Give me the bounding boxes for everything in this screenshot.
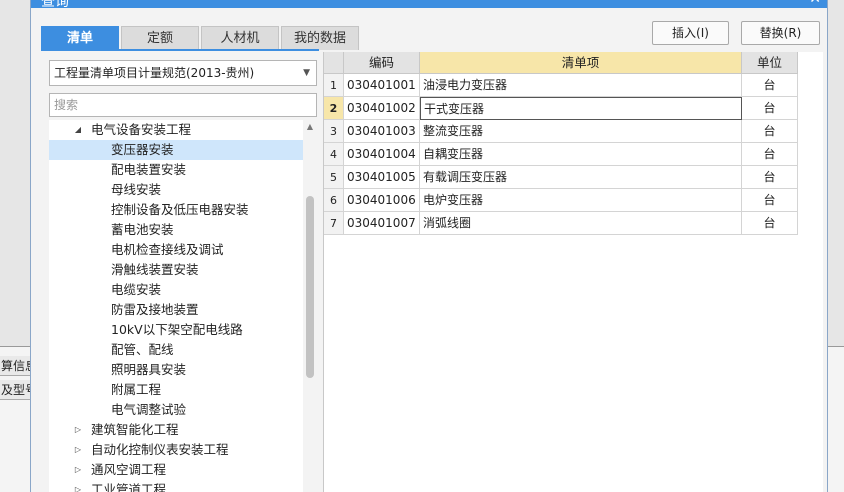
row-unit[interactable]: 台 — [742, 166, 798, 189]
tree-node[interactable]: 10kV以下架空配电线路 — [49, 320, 303, 340]
tree-node[interactable]: 蓄电池安装 — [49, 220, 303, 240]
row-item-name[interactable]: 电炉变压器 — [420, 189, 742, 212]
tree-node-label: 通风空调工程 — [91, 462, 167, 477]
row-number[interactable]: 6 — [324, 189, 344, 212]
row-item-name[interactable]: 干式变压器 — [420, 97, 742, 120]
expand-arrow-icon[interactable]: ▷ — [73, 460, 83, 480]
tree-node[interactable]: ◢ 电气设备安装工程 — [49, 120, 303, 140]
row-unit[interactable]: 台 — [742, 212, 798, 235]
tree-node-label: 变压器安装 — [111, 142, 174, 157]
tree-node-label: 电气调整试验 — [111, 402, 187, 417]
row-item-name[interactable]: 自耦变压器 — [420, 143, 742, 166]
row-number[interactable]: 4 — [324, 143, 344, 166]
tree-node-label: 滑触线装置安装 — [111, 262, 199, 277]
row-code[interactable]: 030401006 — [344, 189, 420, 212]
replace-button[interactable]: 替换(R) — [741, 21, 820, 45]
chevron-down-icon[interactable]: ▼ — [303, 61, 310, 85]
tree-node[interactable]: 电机检查接线及调试 — [49, 240, 303, 260]
tree-node[interactable]: 附属工程 — [49, 380, 303, 400]
tree-node-label: 工业管道工程 — [91, 482, 167, 492]
row-number[interactable]: 5 — [324, 166, 344, 189]
tree-node[interactable]: 滑触线装置安装 — [49, 260, 303, 280]
tree-node-label: 附属工程 — [111, 382, 162, 397]
tree-node[interactable]: 电气调整试验 — [49, 400, 303, 420]
row-unit[interactable]: 台 — [742, 97, 798, 120]
background-tab-info[interactable]: 算信息 — [0, 356, 30, 376]
tree-node[interactable]: 母线安装 — [49, 180, 303, 200]
collapse-arrow-icon[interactable]: ◢ — [73, 120, 83, 140]
tab-underline — [41, 49, 319, 51]
tab-quota[interactable]: 定额 — [121, 26, 199, 50]
header-unit[interactable]: 单位 — [742, 52, 798, 74]
category-tree: ◢ 电气设备安装工程 变压器安装配电装置安装 母线安装控制设备及低压电器安装 蓄电池安装… — [49, 120, 317, 492]
tree-node-label: 配管、配线 — [111, 342, 174, 357]
row-code[interactable]: 030401002 — [344, 97, 420, 120]
query-dialog: 查询 ✕ 清单 定额 人材机 我的数据 插入(I) 替换(R) 工程量清单项目计… — [30, 0, 828, 492]
background-right-panel — [828, 346, 844, 492]
row-unit[interactable]: 台 — [742, 120, 798, 143]
row-item-name[interactable]: 整流变压器 — [420, 120, 742, 143]
search-input[interactable] — [49, 93, 317, 117]
tree-node-label: 控制设备及低压电器安装 — [111, 202, 249, 217]
spec-select-value: 工程量清单项目计量规范(2013-贵州) — [54, 66, 255, 80]
row-number[interactable]: 2 — [324, 97, 344, 120]
tree-node-label: 电气设备安装工程 — [91, 122, 192, 137]
tree-node-label: 蓄电池安装 — [111, 222, 174, 237]
tab-labor-material-machine[interactable]: 人材机 — [201, 26, 279, 50]
tree-node[interactable]: 防雷及接地装置 — [49, 300, 303, 320]
row-item-name[interactable]: 消弧线圈 — [420, 212, 742, 235]
expand-arrow-icon[interactable]: ▷ — [73, 440, 83, 460]
tree-node-label: 10kV以下架空配电线路 — [111, 322, 243, 337]
tree-node[interactable]: ▷ 工业管道工程 — [49, 480, 303, 492]
close-icon[interactable]: ✕ — [809, 0, 821, 7]
tree-node[interactable]: 配电装置安装 — [49, 160, 303, 180]
tree-node-label: 配电装置安装 — [111, 162, 187, 177]
row-item-name[interactable]: 油浸电力变压器 — [420, 74, 742, 97]
row-code[interactable]: 030401004 — [344, 143, 420, 166]
tree-node-label: 照明器具安装 — [111, 362, 187, 377]
dialog-title: 查询 — [41, 0, 69, 8]
row-code[interactable]: 030401005 — [344, 166, 420, 189]
tree-node-label: 自动化控制仪表安装工程 — [91, 442, 229, 457]
header-item[interactable]: 清单项 — [420, 52, 742, 74]
insert-button[interactable]: 插入(I) — [652, 21, 729, 45]
row-item-name[interactable]: 有载调压变压器 — [420, 166, 742, 189]
row-code[interactable]: 030401001 — [344, 74, 420, 97]
header-code[interactable]: 编码 — [344, 52, 420, 74]
tree-node[interactable]: 配管、配线 — [49, 340, 303, 360]
bill-table: 编码 清单项 单位 1 030401001 油浸电力变压器台 2 030401002 干式… — [323, 52, 823, 492]
background-tab-model[interactable]: 及型号 — [0, 380, 30, 400]
tree-node[interactable]: ▷ 建筑智能化工程 — [49, 420, 303, 440]
spec-select[interactable]: 工程量清单项目计量规范(2013-贵州) ▼ — [49, 60, 317, 86]
tree-node[interactable]: ▷ 自动化控制仪表安装工程 — [49, 440, 303, 460]
tree-node-label: 防雷及接地装置 — [111, 302, 199, 317]
row-number[interactable]: 3 — [324, 120, 344, 143]
row-number[interactable]: 7 — [324, 212, 344, 235]
tree-node-label: 母线安装 — [111, 182, 162, 197]
scroll-up-icon[interactable]: ▲ — [303, 120, 317, 134]
tab-bar: 清单 定额 人材机 我的数据 — [41, 26, 361, 50]
row-number[interactable]: 1 — [324, 74, 344, 97]
expand-arrow-icon[interactable]: ▷ — [73, 480, 83, 492]
tree-node[interactable]: 电缆安装 — [49, 280, 303, 300]
expand-arrow-icon[interactable]: ▷ — [73, 420, 83, 440]
row-unit[interactable]: 台 — [742, 74, 798, 97]
scrollbar-thumb[interactable] — [306, 196, 314, 378]
row-code[interactable]: 030401007 — [344, 212, 420, 235]
tree-scrollbar[interactable]: ▲ — [303, 120, 317, 492]
tree-node-label: 电机检查接线及调试 — [111, 242, 224, 257]
tree-node[interactable]: 照明器具安装 — [49, 360, 303, 380]
header-rownum — [324, 52, 344, 74]
tab-my-data[interactable]: 我的数据 — [281, 26, 359, 50]
tree-node-label: 电缆安装 — [111, 282, 162, 297]
row-unit[interactable]: 台 — [742, 143, 798, 166]
tree-node[interactable]: 控制设备及低压电器安装 — [49, 200, 303, 220]
tree-node[interactable]: ▷ 通风空调工程 — [49, 460, 303, 480]
row-unit[interactable]: 台 — [742, 189, 798, 212]
tree-node[interactable]: 变压器安装 — [49, 140, 303, 160]
row-code[interactable]: 030401003 — [344, 120, 420, 143]
dialog-titlebar[interactable]: 查询 ✕ — [31, 0, 827, 8]
tree-node-label: 建筑智能化工程 — [91, 422, 179, 437]
tab-bill[interactable]: 清单 — [41, 26, 119, 50]
